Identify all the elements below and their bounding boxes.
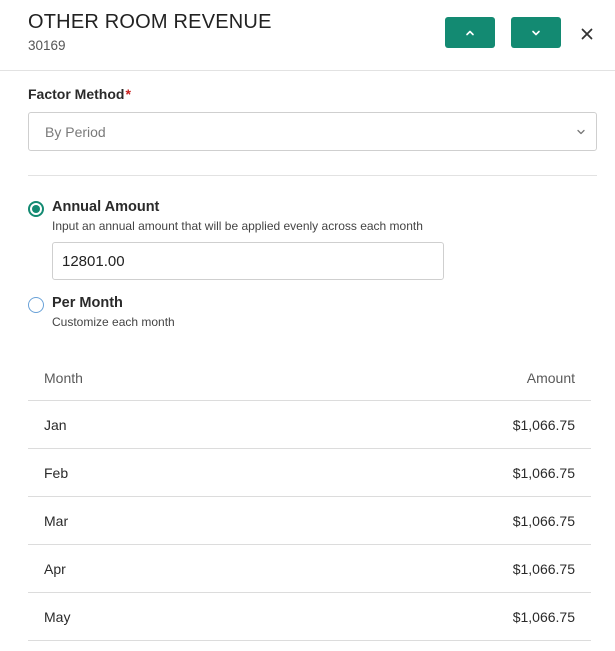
- month-cell: Apr: [44, 561, 66, 577]
- table-row: May $1,066.75: [28, 593, 591, 641]
- per-month-radio[interactable]: [28, 297, 44, 313]
- table-row: Apr $1,066.75: [28, 545, 591, 593]
- month-column-header: Month: [44, 370, 83, 386]
- month-cell: Jan: [44, 417, 67, 433]
- table-row: Jan $1,066.75: [28, 401, 591, 449]
- factor-method-value: By Period: [45, 124, 106, 140]
- chevron-up-icon: [466, 30, 474, 35]
- close-button[interactable]: [577, 24, 597, 44]
- account-number: 30169: [28, 38, 66, 53]
- table-header: Month Amount: [28, 354, 591, 401]
- annual-amount-label: Annual Amount: [52, 199, 160, 215]
- amount-cell: $1,066.75: [512, 417, 575, 433]
- amount-cell: $1,066.75: [512, 513, 575, 529]
- table-row: Mar $1,066.75: [28, 497, 591, 545]
- amount-cell: $1,066.75: [512, 561, 575, 577]
- chevron-down-icon: [577, 129, 585, 135]
- per-month-description: Customize each month: [52, 315, 175, 329]
- close-icon: [581, 28, 593, 40]
- factor-method-select[interactable]: By Period: [28, 112, 597, 151]
- table-row: Feb $1,066.75: [28, 449, 591, 497]
- page-title: OTHER ROOM REVENUE: [28, 11, 272, 33]
- amount-column-header: Amount: [526, 370, 575, 386]
- next-button[interactable]: [511, 17, 561, 48]
- month-cell: Feb: [44, 465, 69, 481]
- previous-button[interactable]: [445, 17, 495, 48]
- monthly-amount-table: Month Amount Jan $1,066.75 Feb $1,066.75…: [28, 354, 591, 641]
- panel-header: OTHER ROOM REVENUE 30169: [0, 0, 615, 71]
- per-month-label: Per Month: [52, 295, 123, 311]
- annual-amount-description: Input an annual amount that will be appl…: [52, 219, 423, 233]
- factor-method-label: Factor Method*: [28, 86, 131, 102]
- annual-amount-radio[interactable]: [28, 201, 44, 217]
- annual-amount-input[interactable]: [52, 242, 444, 280]
- section-divider: [28, 175, 597, 176]
- month-cell: Mar: [44, 513, 69, 529]
- chevron-down-icon: [532, 30, 540, 35]
- amount-cell: $1,066.75: [512, 609, 575, 625]
- required-marker: *: [125, 86, 131, 102]
- factor-method-label-text: Factor Method: [28, 86, 125, 102]
- month-cell: May: [44, 609, 71, 625]
- amount-cell: $1,066.75: [512, 465, 575, 481]
